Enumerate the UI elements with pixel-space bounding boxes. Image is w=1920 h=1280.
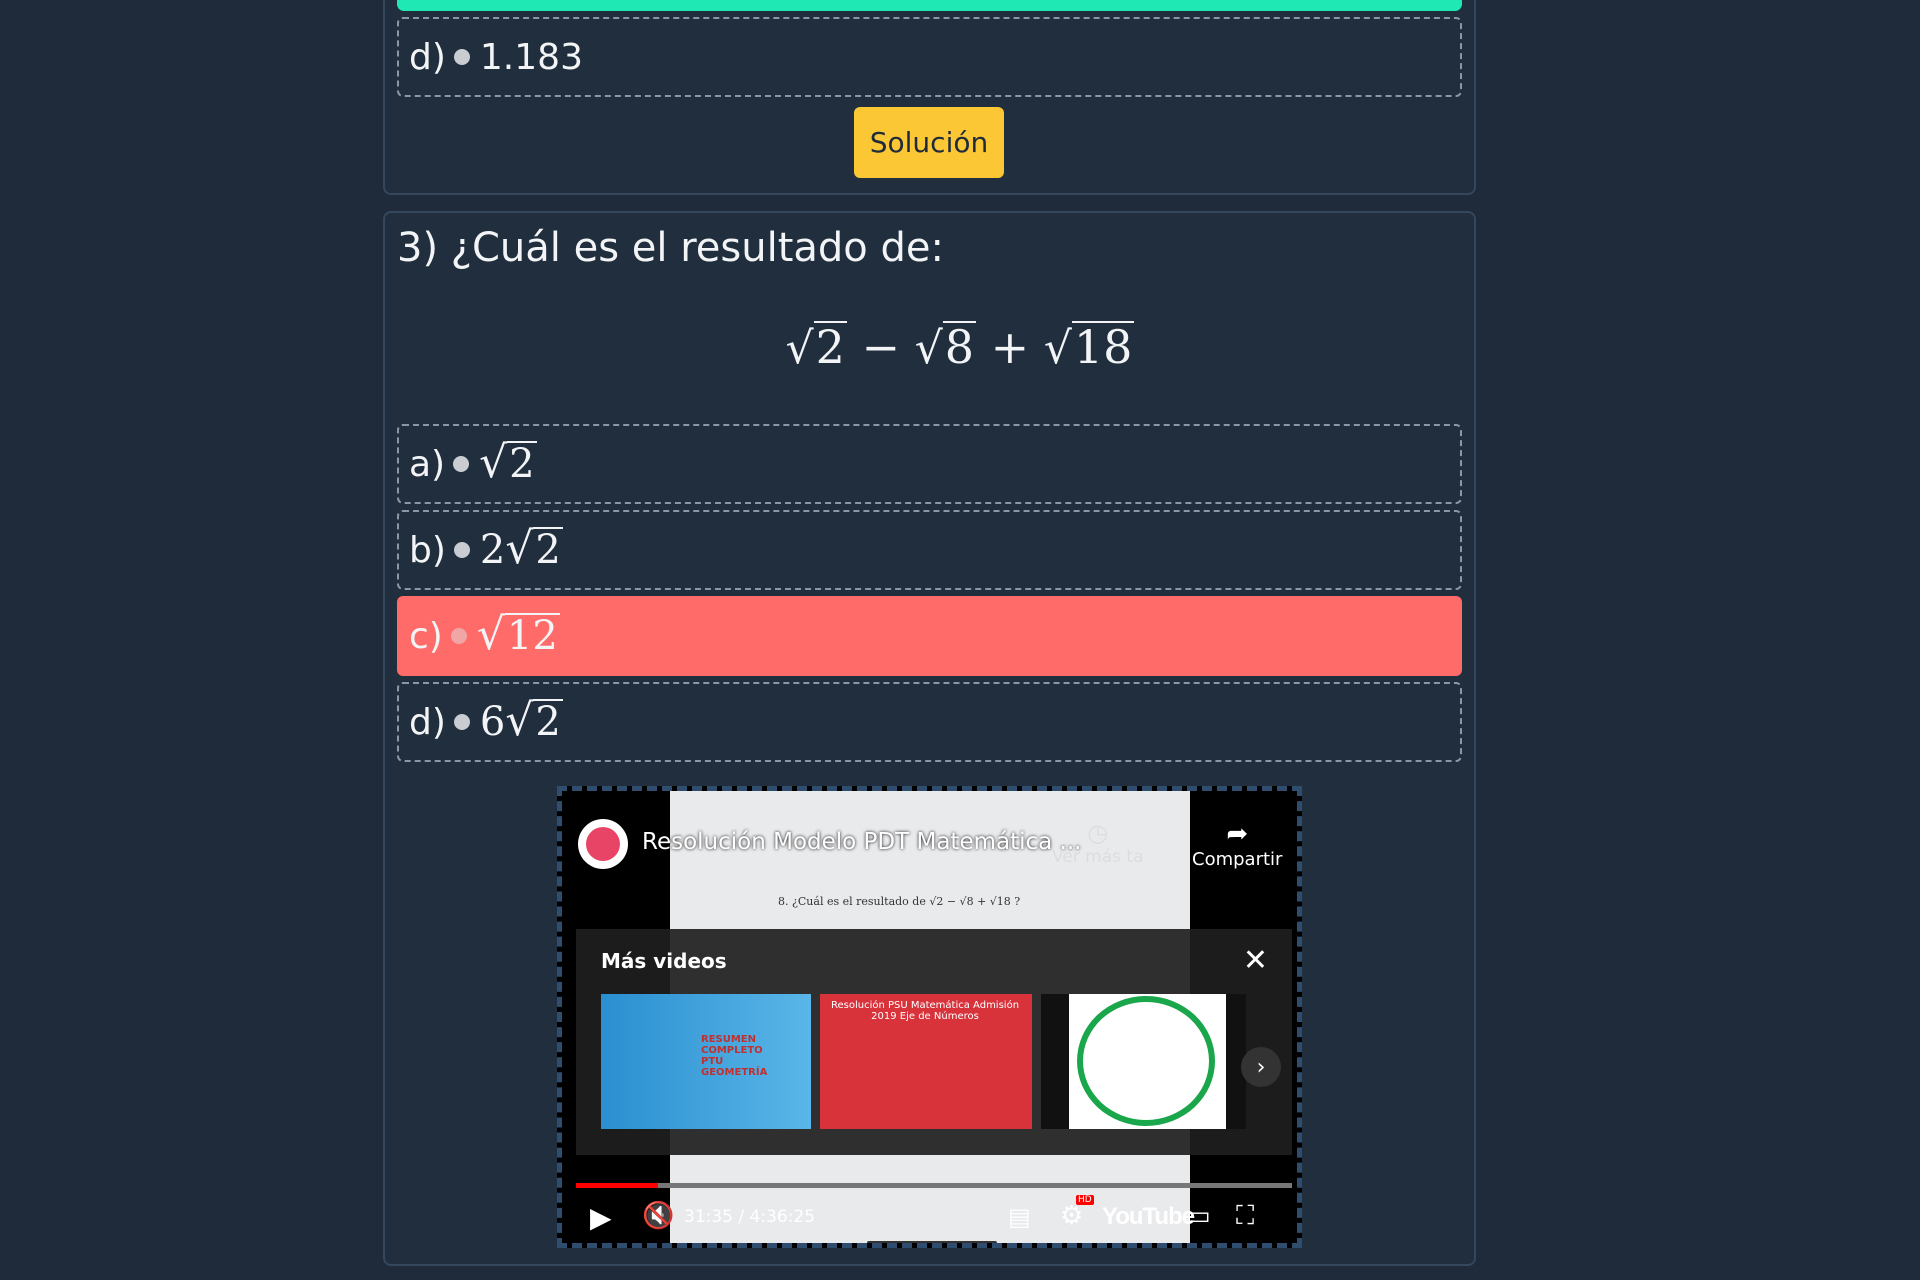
- option-radicand: 2: [507, 441, 537, 487]
- time-display: 31:35 / 4:36:25: [684, 1207, 816, 1227]
- option-c[interactable]: c) √ 12: [397, 596, 1462, 676]
- youtube-embed[interactable]: 8. ¿Cuál es el resultado de √2 − √8 + √1…: [557, 786, 1302, 1248]
- share-button[interactable]: ➦ Compartir: [1192, 819, 1282, 870]
- formula-radicand-1: 2: [813, 319, 847, 374]
- option-d[interactable]: d) 6 √ 2: [397, 682, 1462, 762]
- thumbnail-text: RESUMEN COMPLETO PTU GEOMETRÍA: [701, 1034, 768, 1078]
- thumbnail-text: Resolución PSU Matemática Admisión 2019 …: [830, 1000, 1020, 1022]
- video-thumbnail-2[interactable]: Resolución PSU Matemática Admisión 2019 …: [820, 994, 1032, 1129]
- hd-badge: HD: [1076, 1195, 1094, 1205]
- option-letter: a): [409, 443, 446, 485]
- radio-dot[interactable]: [453, 542, 470, 558]
- share-icon: ➦: [1226, 819, 1249, 849]
- fullscreen-icon[interactable]: ⛶: [1236, 1201, 1254, 1232]
- option-radicand: 2: [533, 527, 563, 573]
- player-controls: ▶ 🔇 31:35 / 4:36:25 ▤ ⚙ HD YouTube ▭ ⛶: [576, 1195, 1292, 1239]
- cast-icon[interactable]: ▭: [1186, 1201, 1211, 1231]
- watch-later-label: Ver más ta: [1052, 847, 1144, 867]
- progress-bar[interactable]: [576, 1183, 1292, 1188]
- video-title[interactable]: Resolución Modelo PDT Matemática ...: [642, 829, 1082, 855]
- correct-answer-bar: [397, 0, 1462, 11]
- formula-radicand-2: 8: [942, 319, 977, 374]
- plus-sign: +: [990, 320, 1030, 374]
- share-label: Compartir: [1192, 849, 1283, 870]
- minus-sign: −: [861, 320, 901, 374]
- mute-icon[interactable]: 🔇: [642, 1201, 674, 1231]
- radio-dot[interactable]: [450, 628, 467, 644]
- radio-dot[interactable]: [453, 456, 470, 472]
- video-thumbnail-1[interactable]: RESUMEN COMPLETO PTU GEOMETRÍA: [601, 994, 811, 1129]
- formula-radicand-3: 18: [1071, 319, 1135, 374]
- settings-icon[interactable]: ⚙: [1060, 1201, 1083, 1231]
- question-title: 3) ¿Cuál es el resultado de:: [397, 225, 944, 271]
- solution-button[interactable]: Solución: [854, 107, 1004, 178]
- video-page-question: 8. ¿Cuál es el resultado de √2 − √8 + √1…: [778, 895, 1021, 908]
- option-coef: 6: [479, 699, 506, 745]
- radio-dot[interactable]: [453, 714, 470, 730]
- option-letter: d): [409, 36, 446, 78]
- more-videos-title: Más videos: [601, 949, 727, 973]
- option-b[interactable]: b) 2 √ 2: [397, 510, 1462, 590]
- progress-fill: [576, 1183, 658, 1188]
- option-radicand: 2: [533, 699, 563, 745]
- chevron-right-icon[interactable]: ›: [1241, 1047, 1281, 1087]
- channel-avatar[interactable]: [578, 819, 628, 869]
- watch-later-button[interactable]: ◷ Ver más ta: [1052, 819, 1143, 867]
- option-letter: b): [409, 529, 446, 571]
- video-thumbnail-3[interactable]: [1041, 994, 1246, 1129]
- option-d-previous[interactable]: d) 1.183: [397, 17, 1462, 97]
- option-a[interactable]: a) √ 2: [397, 424, 1462, 504]
- clock-icon: ◷: [1087, 819, 1109, 847]
- question-formula: √ 2 − √ 8 + √ 18: [785, 319, 1135, 374]
- radio-dot[interactable]: [453, 49, 470, 65]
- more-videos-panel: Más videos ✕ RESUMEN COMPLETO PTU GEOMET…: [576, 929, 1292, 1155]
- home-indicator: [867, 1241, 997, 1243]
- option-radicand: 12: [504, 613, 560, 659]
- close-icon[interactable]: ✕: [1243, 943, 1268, 978]
- option-coef: 2: [479, 527, 506, 573]
- option-letter: d): [409, 701, 446, 743]
- option-letter: c): [409, 615, 443, 657]
- option-value: 1.183: [479, 36, 583, 78]
- play-icon[interactable]: ▶: [590, 1201, 612, 1234]
- youtube-logo[interactable]: YouTube: [1102, 1203, 1195, 1231]
- subtitles-icon[interactable]: ▤: [1008, 1203, 1031, 1231]
